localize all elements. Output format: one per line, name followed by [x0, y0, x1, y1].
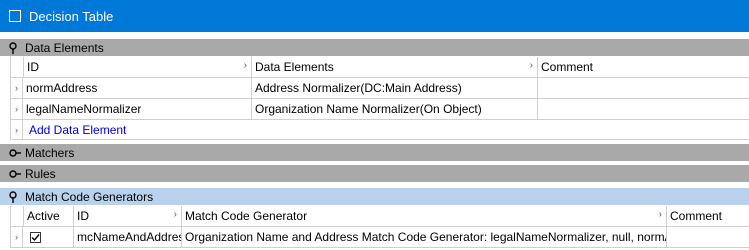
chevron-right-icon[interactable]: ›: [530, 60, 533, 71]
header-corner: [10, 206, 24, 227]
column-header-id[interactable]: ID ›: [24, 57, 252, 78]
column-header-id[interactable]: ID ›: [74, 206, 182, 227]
column-header-active[interactable]: Active: [24, 206, 74, 227]
column-header-comment[interactable]: Comment: [667, 206, 749, 227]
column-header-label: Comment: [541, 60, 594, 74]
chevron-right-icon[interactable]: ›: [659, 209, 662, 220]
chevron-right-icon[interactable]: ›: [174, 209, 177, 220]
add-row: › Add Data Element: [0, 120, 749, 140]
cell-comment[interactable]: [538, 78, 749, 99]
header-corner: [10, 57, 24, 78]
chevron-right-icon[interactable]: ›: [10, 99, 23, 120]
cell-id[interactable]: legalNameNormalizer: [23, 99, 252, 120]
column-header-comment[interactable]: Comment: [538, 57, 749, 78]
cell-data-element[interactable]: Organization Name Normalizer(On Object): [252, 99, 538, 120]
add-data-element-link[interactable]: Add Data Element: [29, 123, 126, 137]
cell-id[interactable]: normAddress: [23, 78, 252, 99]
window-titlebar: Decision Table: [0, 0, 749, 32]
section-rules[interactable]: Rules: [0, 165, 749, 182]
column-header-label: Comment: [670, 209, 723, 223]
window-icon: [9, 10, 21, 22]
column-header-label: ID: [77, 209, 89, 223]
column-header-label: Data Elements: [255, 60, 334, 74]
cell-data-element[interactable]: Address Normalizer(DC:Main Address): [252, 78, 538, 99]
section-match-code-generators[interactable]: Match Code Generators: [0, 188, 749, 205]
cell-id[interactable]: mcNameAndAddress: [74, 227, 182, 248]
active-checkbox[interactable]: [30, 231, 41, 243]
column-header-match-code-generator[interactable]: Match Code Generator ›: [182, 206, 667, 227]
table-row[interactable]: › mcNameAndAddress Organization Name and…: [0, 227, 749, 248]
cell-active[interactable]: [23, 227, 74, 248]
column-header-label: Match Code Generator: [185, 209, 308, 223]
column-header-label: ID: [27, 60, 39, 74]
mcg-header-row: Active ID › Match Code Generator › Comme…: [0, 206, 749, 227]
data-elements-header-row: ID › Data Elements › Comment: [0, 57, 749, 78]
section-title: Rules: [25, 166, 56, 181]
section-title: Matchers: [25, 145, 75, 160]
cell-comment[interactable]: [538, 99, 749, 120]
chevron-right-icon[interactable]: ›: [244, 60, 247, 71]
add-data-element-cell: Add Data Element: [23, 120, 749, 140]
chevron-right-icon: ›: [10, 120, 23, 140]
section-matchers[interactable]: Matchers: [0, 144, 749, 161]
section-data-elements[interactable]: Data Elements: [0, 39, 749, 56]
window-title: Decision Table: [29, 8, 114, 24]
table-row[interactable]: › normAddress Address Normalizer(DC:Main…: [0, 78, 749, 99]
cell-match-code-generator[interactable]: Organization Name and Address Match Code…: [182, 227, 667, 248]
chevron-right-icon[interactable]: ›: [10, 227, 23, 248]
pin-down-icon[interactable]: [8, 190, 22, 204]
pin-right-icon[interactable]: [8, 146, 22, 160]
chevron-right-icon[interactable]: ›: [10, 78, 23, 99]
pin-right-icon[interactable]: [8, 167, 22, 181]
cell-comment[interactable]: [667, 227, 749, 248]
table-row[interactable]: › legalNameNormalizer Organization Name …: [0, 99, 749, 120]
pin-down-icon[interactable]: [8, 41, 22, 55]
column-header-label: Active: [27, 209, 60, 223]
section-title: Data Elements: [25, 40, 104, 55]
column-header-data-elements[interactable]: Data Elements ›: [252, 57, 538, 78]
section-title: Match Code Generators: [25, 189, 154, 204]
